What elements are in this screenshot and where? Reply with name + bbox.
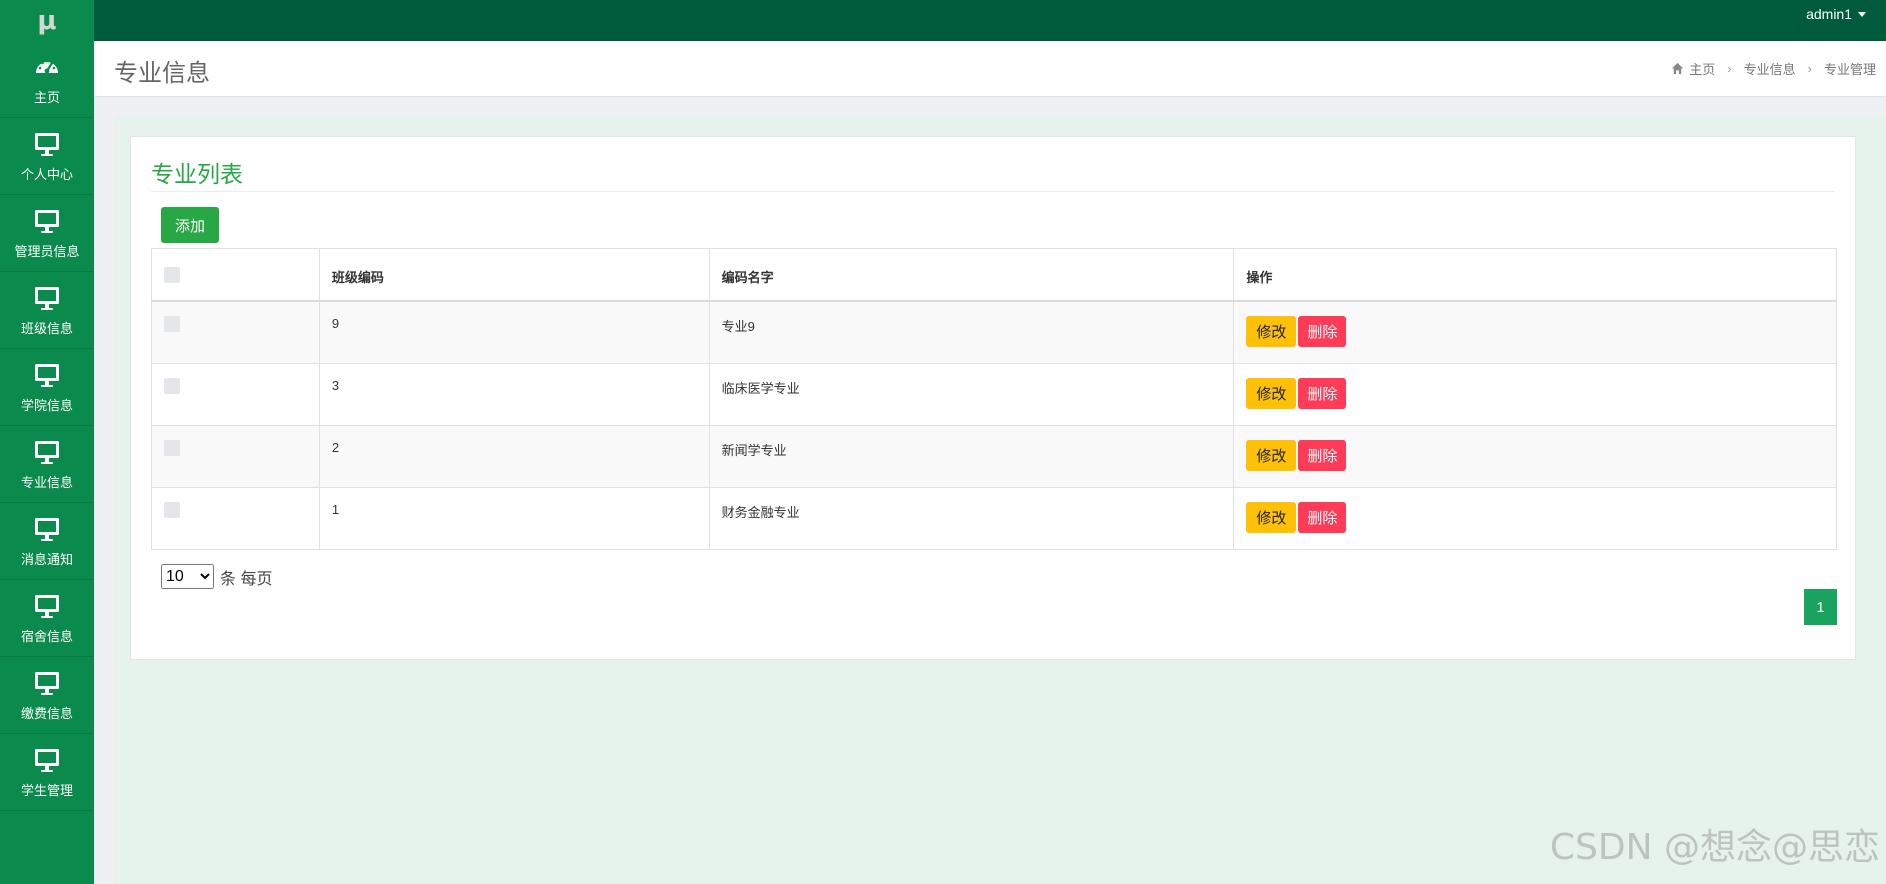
- sidebar-item-label: 主页: [33, 89, 60, 105]
- watermark: CSDN @想念@思恋: [1549, 827, 1880, 868]
- content-area: 专业列表 添加 班级编码 编码名字 操作 9 专业9 修改 删除 3 临床医学专…: [114, 116, 1886, 884]
- breadcrumb-major-info[interactable]: 专业信息: [1744, 59, 1796, 78]
- sidebar-item-college-info[interactable]: 学院信息: [0, 349, 94, 426]
- per-page-label: 条 每页: [220, 570, 273, 588]
- sidebar-item-label: 管理员信息: [14, 243, 80, 259]
- breadcrumb-major-management: 专业管理: [1823, 62, 1876, 77]
- row-checkbox[interactable]: [164, 501, 180, 518]
- actions-cell: 修改 删除: [1233, 424, 1837, 488]
- select-cell: [151, 486, 320, 550]
- column-header-actions: 操作: [1233, 248, 1837, 302]
- sidebar-item-home[interactable]: 主页: [0, 41, 94, 118]
- sidebar-item-class-info[interactable]: 班级信息: [0, 272, 94, 349]
- table-row: 3 临床医学专业 修改 删除: [151, 362, 1837, 426]
- top-bar: admin1: [94, 0, 1886, 41]
- table-row: 1 财务金融专业 修改 删除: [151, 486, 1837, 550]
- major-table: 班级编码 编码名字 操作 9 专业9 修改 删除 3 临床医学专业 修改 删除 …: [151, 248, 1837, 550]
- delete-button[interactable]: 删除: [1298, 501, 1347, 533]
- sidebar-item-student-management[interactable]: 学生管理: [0, 734, 94, 811]
- actions-cell: 修改 删除: [1233, 362, 1837, 426]
- monitor-icon: [35, 671, 59, 695]
- name-cell: 专业9: [708, 300, 1235, 364]
- select-cell: [151, 362, 320, 426]
- caret-down-icon: [1858, 11, 1866, 17]
- page-header: 专业信息 主页 › 专业信息 › 专业管理: [94, 41, 1886, 97]
- sidebar-item-major-info[interactable]: 专业信息: [0, 426, 94, 503]
- table-row: 9 专业9 修改 删除: [151, 300, 1837, 364]
- name-cell: 新闻学专业: [708, 424, 1235, 488]
- table-header-row: 班级编码 编码名字 操作: [151, 248, 1837, 302]
- app-logo[interactable]: μ: [0, 0, 94, 41]
- page-title: 专业信息: [114, 60, 210, 87]
- name-cell: 财务金融专业: [708, 486, 1235, 550]
- sidebar-item-admin-info[interactable]: 管理员信息: [0, 195, 94, 272]
- edit-button[interactable]: 修改: [1246, 501, 1297, 533]
- panel-title: 专业列表: [151, 161, 243, 187]
- chevron-right-icon: ›: [1727, 61, 1732, 76]
- add-button[interactable]: 添加: [161, 207, 219, 243]
- user-name: admin1: [1806, 6, 1852, 22]
- breadcrumb: 主页 › 专业信息 › 专业管理: [1671, 59, 1876, 78]
- sidebar-item-label: 学生管理: [20, 782, 73, 798]
- monitor-icon: [35, 748, 59, 772]
- sidebar: μ 主页 个人中心 管理员信息 班级信息 学院信息 专业信息 消息通知 宿舍信息…: [0, 0, 94, 884]
- select-cell: [151, 300, 320, 364]
- sidebar-item-label: 消息通知: [20, 551, 73, 567]
- monitor-icon: [35, 440, 59, 464]
- monitor-icon: [35, 286, 59, 310]
- code-cell: 2: [318, 424, 710, 488]
- delete-button[interactable]: 删除: [1298, 377, 1347, 409]
- row-checkbox[interactable]: [164, 377, 180, 394]
- edit-button[interactable]: 修改: [1246, 316, 1297, 347]
- delete-button[interactable]: 删除: [1298, 316, 1347, 347]
- monitor-icon: [35, 209, 59, 233]
- sidebar-item-label: 班级信息: [20, 320, 73, 336]
- divider: [151, 191, 1835, 192]
- row-checkbox[interactable]: [164, 439, 180, 456]
- home-icon: [1672, 62, 1684, 75]
- chevron-right-icon: ›: [1807, 61, 1812, 76]
- monitor-icon: [35, 363, 59, 387]
- edit-button[interactable]: 修改: [1246, 439, 1297, 471]
- pagination-page-1[interactable]: 1: [1804, 589, 1837, 625]
- sidebar-item-label: 学院信息: [20, 397, 73, 413]
- delete-button[interactable]: 删除: [1298, 439, 1347, 471]
- per-page-control: 10 条 每页: [161, 564, 272, 589]
- code-cell: 1: [318, 486, 710, 550]
- column-header-code[interactable]: 班级编码: [318, 248, 710, 302]
- select-all-header: [151, 248, 320, 302]
- sidebar-item-profile[interactable]: 个人中心: [0, 118, 94, 195]
- per-page-select[interactable]: 10: [161, 564, 214, 589]
- actions-cell: 修改 删除: [1233, 486, 1837, 550]
- name-cell: 临床医学专业: [708, 362, 1235, 426]
- sidebar-item-label: 个人中心: [20, 166, 73, 182]
- column-header-name[interactable]: 编码名字: [708, 248, 1235, 302]
- sidebar-item-label: 缴费信息: [20, 705, 73, 721]
- table-row: 2 新闻学专业 修改 删除: [151, 424, 1837, 488]
- code-cell: 3: [318, 362, 710, 426]
- monitor-icon: [35, 132, 59, 156]
- sidebar-item-label: 专业信息: [20, 474, 73, 490]
- edit-button[interactable]: 修改: [1246, 377, 1297, 409]
- major-list-panel: 专业列表 添加 班级编码 编码名字 操作 9 专业9 修改 删除 3 临床医学专…: [130, 136, 1856, 660]
- sidebar-item-dorm-info[interactable]: 宿舍信息: [0, 580, 94, 657]
- actions-cell: 修改 删除: [1233, 300, 1837, 364]
- sidebar-item-payment-info[interactable]: 缴费信息: [0, 657, 94, 734]
- user-menu[interactable]: admin1: [1806, 6, 1866, 22]
- select-all-checkbox[interactable]: [164, 267, 180, 283]
- row-checkbox[interactable]: [164, 316, 180, 332]
- sidebar-item-notifications[interactable]: 消息通知: [0, 503, 94, 580]
- monitor-icon: [35, 594, 59, 618]
- sidebar-item-label: 宿舍信息: [20, 628, 73, 644]
- code-cell: 9: [318, 300, 710, 364]
- monitor-icon: [35, 517, 59, 541]
- breadcrumb-home[interactable]: 主页: [1689, 59, 1715, 78]
- select-cell: [151, 424, 320, 488]
- dashboard-icon: [36, 59, 58, 73]
